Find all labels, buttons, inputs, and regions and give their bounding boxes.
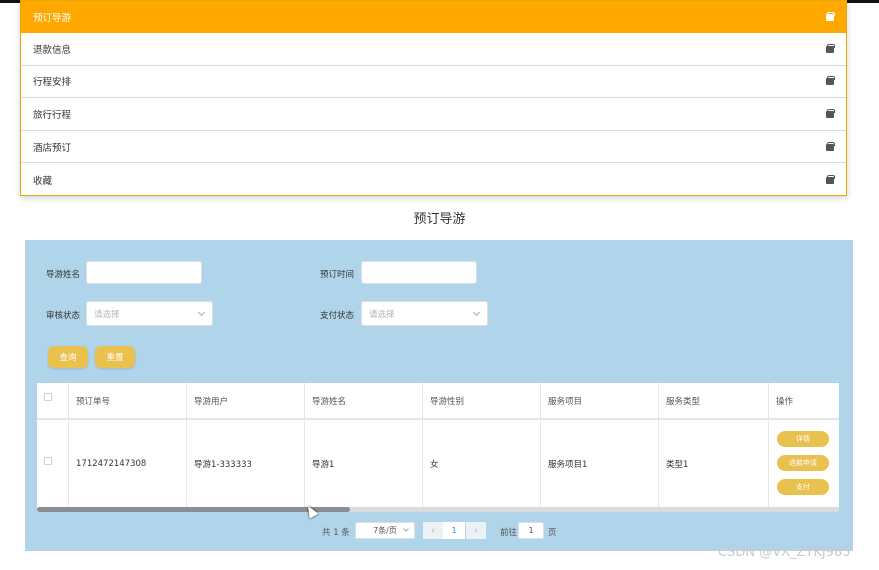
menu-item-refund-info[interactable]: 退款信息 — [21, 33, 846, 66]
pay-status-select[interactable]: 请选择 — [361, 301, 488, 326]
menu-item-label: 退款信息 — [33, 44, 72, 56]
header-service-type: 服务类型 — [659, 383, 769, 418]
review-status-label: 审核状态 — [46, 311, 81, 321]
guide-name-label: 导游姓名 — [46, 270, 81, 280]
page-title: 预订导游 — [413, 212, 466, 227]
cell-guide-user: 导游1-333333 — [187, 420, 305, 507]
cell-service-item: 服务项目1 — [541, 420, 659, 507]
review-status-select[interactable]: 请选择 — [86, 301, 213, 326]
bag-icon — [826, 108, 835, 118]
menu-item-book-guide[interactable]: 预订导游 — [21, 1, 846, 33]
select-all-checkbox[interactable] — [44, 393, 52, 401]
cell-guide-gender: 女 — [423, 420, 541, 507]
pay-button[interactable]: 支付 — [777, 479, 829, 495]
next-page-icon[interactable]: › — [466, 522, 486, 539]
pagination-total: 共 1 条 — [322, 528, 350, 538]
cell-service-type: 类型1 — [659, 420, 769, 507]
bag-icon — [826, 141, 835, 151]
header-order-no: 预订单号 — [69, 383, 187, 418]
menu-item-label: 酒店预订 — [33, 142, 72, 154]
reset-button[interactable]: 重置 — [95, 346, 135, 368]
header-guide-gender: 导游性别 — [423, 383, 541, 418]
bag-icon — [826, 76, 835, 86]
prev-page-icon[interactable]: ‹ — [423, 522, 443, 539]
select-all-cell — [37, 383, 69, 418]
menu-item-label: 行程安排 — [33, 77, 72, 89]
menu-item-label: 旅行行程 — [33, 109, 72, 121]
cell-order-no: 1712472147308 — [69, 420, 187, 507]
header-guide-user: 导游用户 — [187, 383, 305, 418]
details-button[interactable]: 详情 — [777, 431, 829, 447]
query-button[interactable]: 查询 — [48, 346, 88, 368]
bag-icon — [826, 12, 835, 21]
page-suffix: 页 — [548, 528, 557, 538]
goto-page-input[interactable]: 1 — [518, 522, 544, 539]
chevron-down-icon — [403, 526, 409, 532]
booking-table: 预订单号 导游用户 导游姓名 导游性别 服务项目 服务类型 操作 1712472… — [37, 383, 839, 509]
watermark: CSDN @VX_ZYKJ985 — [718, 545, 851, 560]
row-checkbox[interactable] — [44, 457, 52, 465]
refund-request-button[interactable]: 退款申请 — [777, 455, 829, 471]
header-actions: 操作 — [776, 396, 794, 407]
content-panel: 导游姓名 预订时间 审核状态 请选择 支付状态 请选择 查询 重置 预订单号 导… — [25, 240, 853, 551]
cell-guide-name: 导游1 — [305, 420, 423, 507]
menu-item-favorites[interactable]: 收藏 — [21, 163, 846, 196]
page-size-select[interactable]: 7条/页 — [355, 522, 415, 539]
page-number-current[interactable]: 1 — [443, 522, 465, 539]
pay-status-placeholder: 请选择 — [369, 309, 395, 320]
chevron-down-icon — [197, 308, 206, 317]
menu-item-travel-itinerary[interactable]: 旅行行程 — [21, 98, 846, 131]
row-select-cell — [37, 420, 69, 507]
goto-label: 前往 — [500, 528, 518, 538]
page-size-value: 7条/页 — [373, 526, 397, 535]
bag-icon — [826, 43, 835, 53]
menu-item-label: 预订导游 — [33, 13, 72, 24]
menu-item-hotel-booking[interactable]: 酒店预订 — [21, 131, 846, 164]
header-service-item: 服务项目 — [541, 383, 659, 418]
chevron-down-icon — [472, 308, 481, 317]
pay-status-label: 支付状态 — [320, 311, 355, 321]
header-guide-name: 导游姓名 — [305, 383, 423, 418]
menu-item-itinerary-arrangement[interactable]: 行程安排 — [21, 66, 846, 99]
review-status-placeholder: 请选择 — [94, 309, 120, 320]
menu-item-label: 收藏 — [33, 175, 53, 187]
booking-time-label: 预订时间 — [320, 270, 355, 280]
bag-icon — [826, 174, 835, 184]
nav-menu: 预订导游 退款信息 行程安排 旅行行程 酒店预订 收藏 — [20, 0, 847, 196]
guide-name-input[interactable] — [86, 261, 202, 284]
booking-time-input[interactable] — [361, 261, 477, 284]
